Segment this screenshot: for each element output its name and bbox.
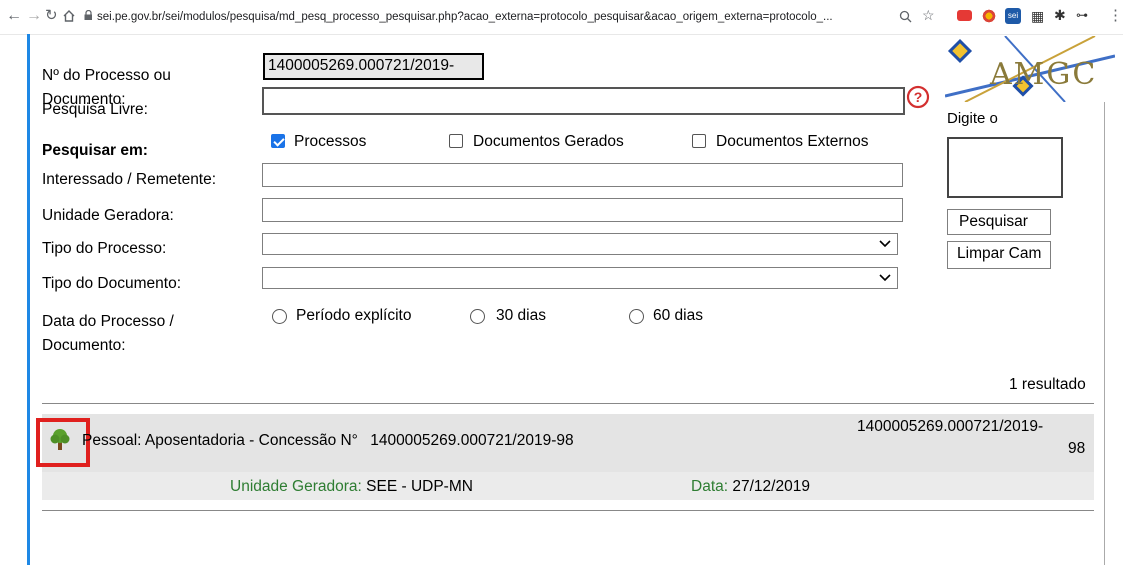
forward-icon[interactable]: → — [26, 6, 42, 26]
svg-text:?: ? — [914, 89, 923, 105]
pesquisar-button[interactable]: Pesquisar — [947, 209, 1051, 235]
unidade-geradora-meta-label: Unidade Geradora: — [230, 478, 362, 495]
data-meta-label: Data: — [691, 478, 729, 495]
checkbox-documentos-externos[interactable] — [692, 134, 706, 148]
checkbox-processos[interactable] — [271, 134, 285, 148]
result-number-right-line2: 98 — [1068, 440, 1086, 457]
reload-icon[interactable]: ↻ — [45, 6, 58, 26]
extension-icon[interactable] — [981, 8, 997, 24]
help-icon[interactable]: ? — [906, 85, 930, 109]
radio-60-dias[interactable] — [629, 309, 644, 324]
address-bar[interactable]: sei.pe.gov.br/sei/modulos/pesquisa/md_pe… — [97, 11, 833, 23]
tipo-processo-label: Tipo do Processo: — [42, 240, 167, 257]
pesquisa-livre-input[interactable] — [262, 87, 905, 115]
data-label-line1: Data do Processo / — [42, 313, 174, 330]
radio-30-dias[interactable] — [470, 309, 485, 324]
captcha-image: AMGC — [945, 36, 1115, 102]
browser-toolbar: ← → ↻ sei.pe.gov.br/sei/modulos/pesquisa… — [0, 0, 1123, 35]
interessado-input[interactable] — [262, 163, 903, 187]
grid-icon[interactable]: ▦ — [1031, 8, 1044, 25]
tipo-processo-select[interactable] — [262, 233, 898, 255]
back-icon[interactable]: ← — [6, 6, 22, 26]
numero-input[interactable]: 1400005269.000721/2019- — [263, 53, 484, 80]
radio-60-dias-label: 60 dias — [653, 307, 703, 324]
result-type: Pessoal: Aposentadoria - Concessão N° — [82, 432, 358, 449]
interessado-label: Interessado / Remetente: — [42, 171, 217, 188]
captcha-prompt: Digite o — [947, 110, 998, 127]
menu-icon[interactable]: ⋮ — [1108, 6, 1123, 24]
captcha-text: AMGC — [989, 57, 1097, 92]
data-meta-value: 27/12/2019 — [732, 478, 810, 495]
page-left-border — [27, 34, 30, 565]
chevron-down-icon — [879, 240, 891, 248]
result-title[interactable]: Pessoal: Aposentadoria - Concessão N° 14… — [82, 432, 574, 450]
chevron-down-icon — [879, 274, 891, 282]
checkbox-documentos-externos-label: Documentos Externos — [716, 133, 869, 150]
checkbox-documentos-gerados-label: Documentos Gerados — [473, 133, 624, 150]
sei-extension-icon[interactable]: sei — [1005, 8, 1021, 24]
puzzle-icon[interactable]: ✱ — [1054, 7, 1066, 24]
star-icon[interactable]: ☆ — [922, 7, 935, 24]
tipo-documento-label: Tipo do Documento: — [42, 275, 182, 292]
result-unidade: Unidade Geradora: SEE - UDP-MN — [230, 478, 473, 496]
pesquisa-livre-label: Pesquisa Livre: — [42, 101, 148, 118]
limpar-campos-button[interactable]: Limpar Cam — [947, 241, 1051, 269]
captcha-input[interactable] — [947, 137, 1063, 198]
youtube-extension-icon[interactable] — [957, 10, 972, 21]
unidade-geradora-meta-value: SEE - UDP-MN — [366, 478, 473, 495]
media-icon[interactable]: ⊶ — [1076, 8, 1088, 22]
home-icon[interactable] — [62, 9, 76, 23]
unidade-geradora-label: Unidade Geradora: — [42, 207, 174, 224]
data-label-line2: Documento: — [42, 337, 126, 354]
checkbox-processos-label: Processos — [294, 133, 367, 150]
divider — [42, 510, 1094, 511]
radio-periodo-explicito[interactable] — [272, 309, 287, 324]
divider — [42, 403, 1094, 404]
result-number-right-line1: 1400005269.000721/2019- — [857, 418, 1044, 435]
result-meta-row — [42, 472, 1094, 500]
pesquisar-em-label: Pesquisar em: — [42, 142, 148, 159]
tipo-documento-select[interactable] — [262, 267, 898, 289]
lock-icon — [84, 10, 92, 20]
checkbox-documentos-gerados[interactable] — [449, 134, 463, 148]
results-count: 1 resultado — [1009, 376, 1086, 393]
radio-periodo-explicito-label: Período explícito — [296, 307, 412, 324]
radio-30-dias-label: 30 dias — [496, 307, 546, 324]
zoom-icon[interactable] — [899, 10, 912, 23]
result-process-number: 1400005269.000721/2019-98 — [370, 432, 574, 449]
page-right-border — [1104, 100, 1105, 565]
result-data: Data: 27/12/2019 — [691, 478, 810, 496]
unidade-geradora-input[interactable] — [262, 198, 903, 222]
